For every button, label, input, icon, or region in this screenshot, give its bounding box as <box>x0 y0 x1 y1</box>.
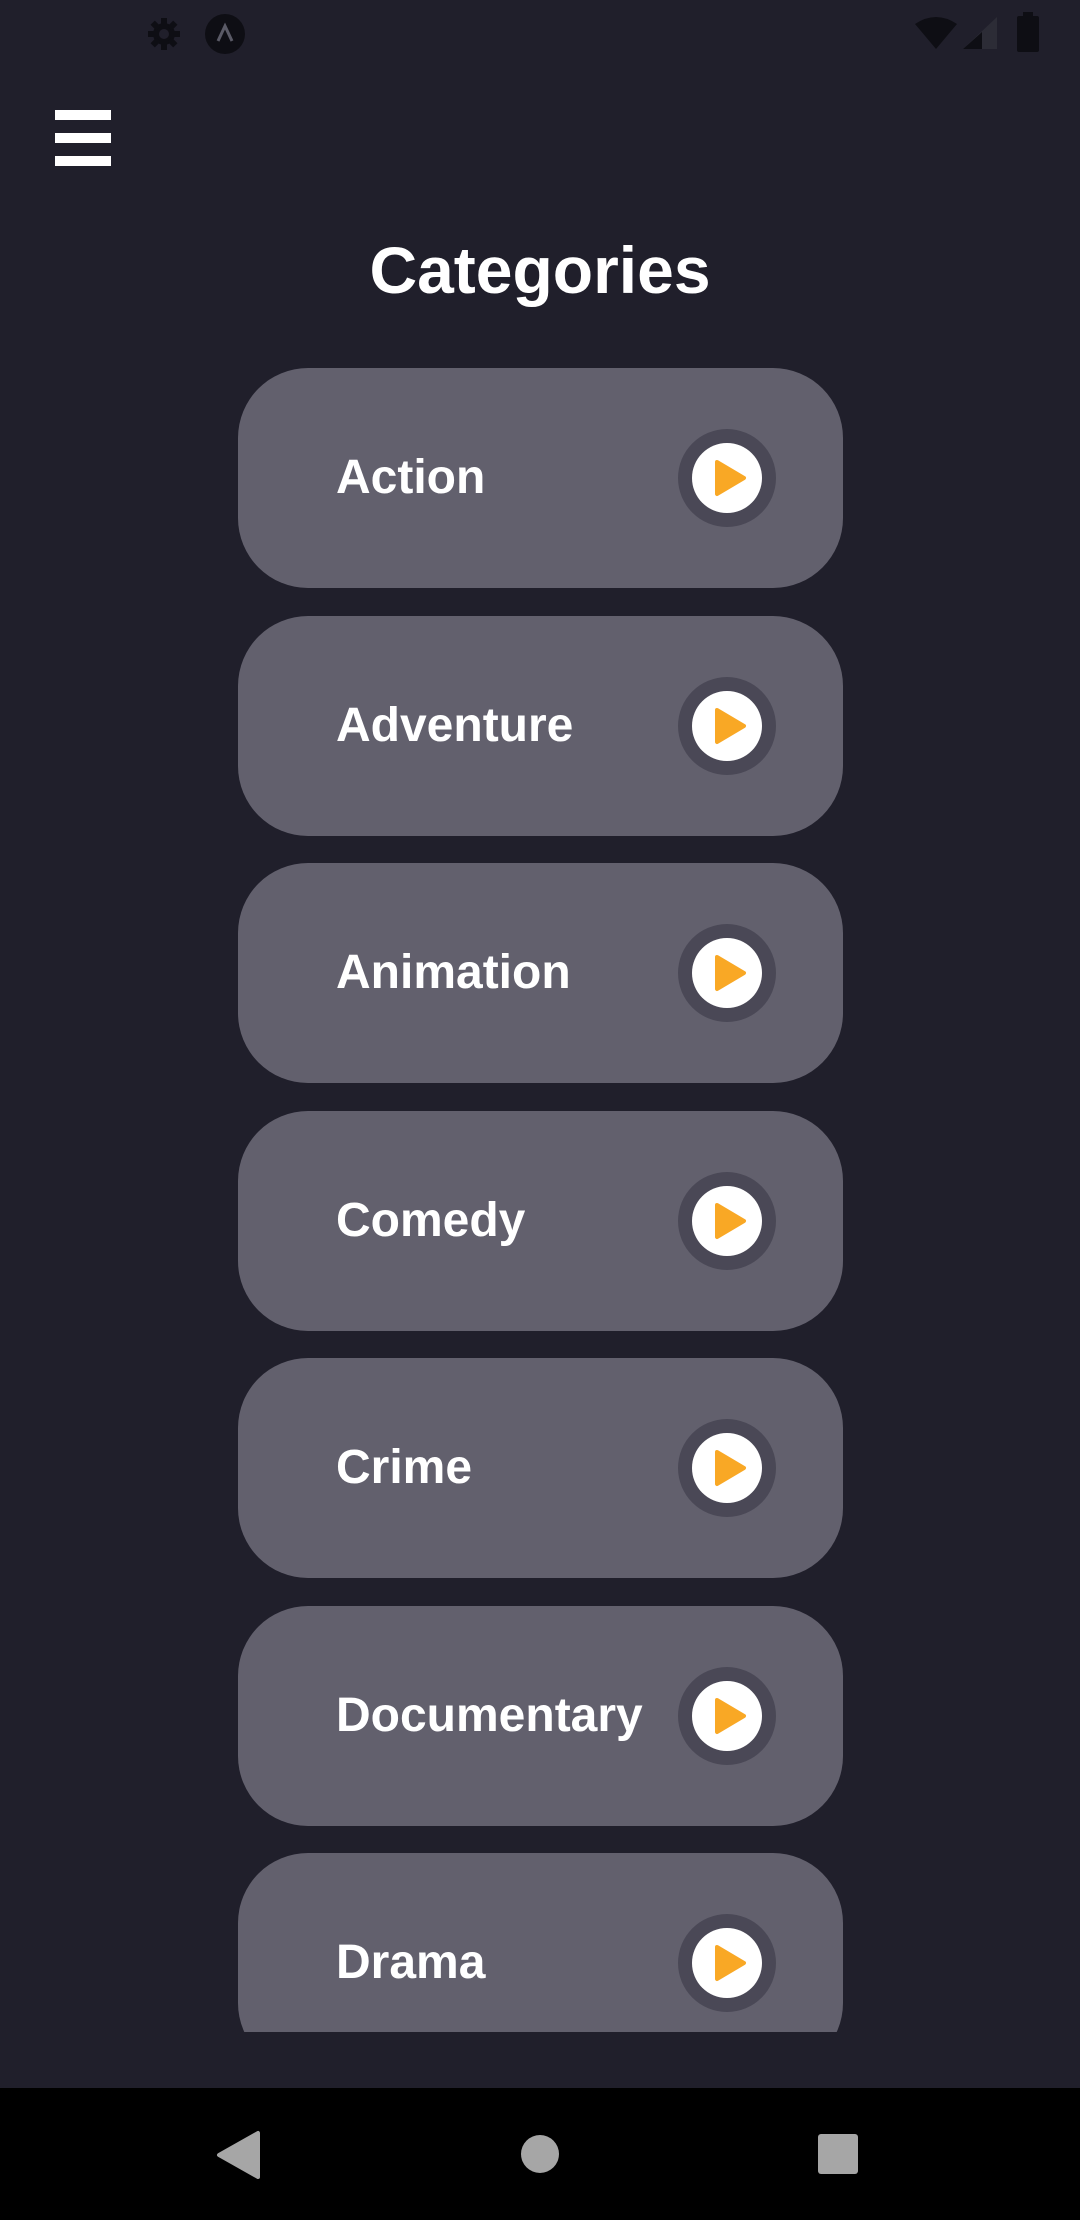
play-icon <box>715 708 746 744</box>
signal-icon <box>963 17 997 49</box>
play-icon <box>715 1203 746 1239</box>
wifi-icon <box>915 17 957 49</box>
play-button[interactable] <box>678 924 776 1022</box>
play-icon <box>715 1698 746 1734</box>
category-label: Action <box>336 451 486 504</box>
category-label: Adventure <box>336 699 574 752</box>
category-list[interactable]: Action Adventure Animation Comedy Crime … <box>0 360 1080 2032</box>
category-card-crime[interactable]: Crime <box>238 1358 843 1578</box>
play-button[interactable] <box>678 429 776 527</box>
category-label: Drama <box>336 1936 486 1989</box>
status-bar <box>0 0 1080 66</box>
category-card-adventure[interactable]: Adventure <box>238 616 843 836</box>
page-title: Categories <box>369 233 711 307</box>
play-button[interactable] <box>678 1667 776 1765</box>
play-icon <box>715 955 746 991</box>
category-card-comedy[interactable]: Comedy <box>238 1111 843 1331</box>
category-label: Comedy <box>336 1194 526 1247</box>
play-button[interactable] <box>678 1172 776 1270</box>
category-label: Animation <box>336 946 571 999</box>
home-icon[interactable] <box>520 2134 560 2174</box>
play-icon <box>715 460 746 496</box>
category-card-documentary[interactable]: Documentary <box>238 1606 843 1826</box>
category-label: Documentary <box>336 1689 643 1742</box>
back-icon[interactable] <box>215 2130 261 2180</box>
play-icon <box>715 1945 746 1981</box>
play-button[interactable] <box>678 1419 776 1517</box>
app-badge-icon <box>205 14 245 54</box>
play-icon <box>715 1450 746 1486</box>
battery-icon <box>1017 12 1039 52</box>
recents-icon[interactable] <box>817 2133 859 2175</box>
category-label: Crime <box>336 1441 473 1494</box>
category-card-drama[interactable]: Drama <box>238 1853 843 2032</box>
category-card-action[interactable]: Action <box>238 368 843 588</box>
gear-icon <box>148 18 180 50</box>
play-button[interactable] <box>678 677 776 775</box>
category-card-animation[interactable]: Animation <box>238 863 843 1083</box>
navigation-bar <box>0 2088 1080 2220</box>
hamburger-menu-icon[interactable] <box>48 103 118 173</box>
play-button[interactable] <box>678 1914 776 2012</box>
